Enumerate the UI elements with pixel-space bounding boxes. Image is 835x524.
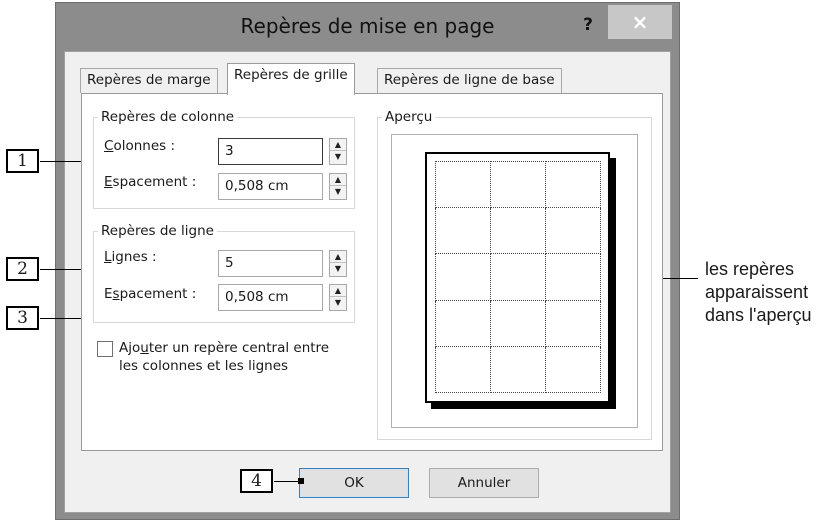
- rows-spinner[interactable]: ▲ ▼: [329, 250, 347, 277]
- callout-3: 3: [6, 306, 39, 330]
- callout-2: 2: [6, 257, 39, 281]
- center-guide-checkbox[interactable]: [97, 341, 113, 357]
- tab-baseline-guides[interactable]: Repères de ligne de base: [377, 68, 562, 93]
- spin-up-icon[interactable]: ▲: [330, 174, 346, 186]
- title-bar[interactable]: Repères de mise en page ? ×: [56, 3, 679, 53]
- columns-input[interactable]: 3: [218, 138, 323, 165]
- center-guide-label[interactable]: Ajouter un repère central entre les colo…: [119, 339, 329, 375]
- columns-spinner[interactable]: ▲ ▼: [329, 138, 347, 165]
- preview-annotation: les repères apparaissent dans l'aperçu: [705, 259, 812, 325]
- preview-grid-cell: [435, 345, 491, 394]
- tab-grid-guides[interactable]: Repères de grille: [227, 63, 355, 95]
- spin-up-icon[interactable]: ▲: [330, 285, 346, 297]
- close-button[interactable]: ×: [608, 5, 672, 39]
- preview-grid-row: [435, 160, 601, 209]
- tab-margin-guides[interactable]: Repères de marge: [80, 68, 218, 93]
- callout-1: 1: [6, 149, 39, 173]
- preview-grid-cell: [490, 160, 546, 209]
- rows-label: Lignes :: [104, 249, 157, 265]
- columns-label: Colonnes :: [104, 138, 175, 154]
- row-spacing-spinner[interactable]: ▲ ▼: [329, 284, 347, 311]
- preview-grid-cell: [545, 345, 601, 394]
- spin-up-icon[interactable]: ▲: [330, 251, 346, 263]
- preview-grid: [435, 160, 601, 394]
- spin-up-icon[interactable]: ▲: [330, 139, 346, 151]
- preview-grid-row: [435, 345, 601, 394]
- callout-4-dot: [298, 478, 304, 484]
- preview-grid-row: [435, 207, 601, 255]
- preview-grid-cell: [490, 207, 546, 255]
- preview-grid-cell: [435, 253, 491, 301]
- callout-4: 4: [240, 469, 273, 493]
- preview-grid-cell: [545, 299, 601, 347]
- preview-title: Aperçu: [382, 109, 436, 125]
- preview-grid-row: [435, 299, 601, 347]
- column-spacing-spinner[interactable]: ▲ ▼: [329, 173, 347, 200]
- row-spacing-input[interactable]: 0,508 cm: [218, 284, 323, 311]
- preview-grid-cell: [545, 207, 601, 255]
- row-guides-title: Repères de ligne: [98, 223, 217, 239]
- help-button[interactable]: ?: [573, 11, 603, 39]
- preview-grid-row: [435, 253, 601, 301]
- preview-grid-cell: [435, 299, 491, 347]
- preview-grid-cell: [545, 253, 601, 301]
- dialog-client-area: Repères de marge Repères de grille Repèr…: [64, 51, 671, 513]
- column-spacing-input[interactable]: 0,508 cm: [218, 173, 323, 200]
- spin-down-icon[interactable]: ▼: [330, 151, 346, 163]
- callout-4-leader: [274, 481, 300, 482]
- spin-down-icon[interactable]: ▼: [330, 263, 346, 275]
- preview-grid-cell: [490, 253, 546, 301]
- dialog-window: Repères de mise en page ? × Repères de m…: [55, 2, 680, 520]
- preview-grid-cell: [435, 207, 491, 255]
- ok-button[interactable]: OK: [299, 468, 409, 498]
- row-spacing-label: Espacement :: [104, 286, 197, 302]
- preview-grid-cell: [490, 299, 546, 347]
- column-guides-title: Repères de colonne: [98, 109, 238, 125]
- spin-down-icon[interactable]: ▼: [330, 186, 346, 198]
- rows-input[interactable]: 5: [218, 250, 323, 277]
- preview-grid-table: [435, 160, 601, 394]
- preview-grid-cell: [545, 160, 601, 209]
- column-spacing-label: Espacement :: [104, 174, 197, 190]
- spin-down-icon[interactable]: ▼: [330, 297, 346, 309]
- preview-grid-cell: [435, 160, 491, 209]
- grid-guides-panel: Repères de colonne Colonnes : 3 ▲ ▼ Espa…: [81, 93, 663, 451]
- preview-grid-cell: [490, 345, 546, 394]
- cancel-button[interactable]: Annuler: [429, 468, 539, 498]
